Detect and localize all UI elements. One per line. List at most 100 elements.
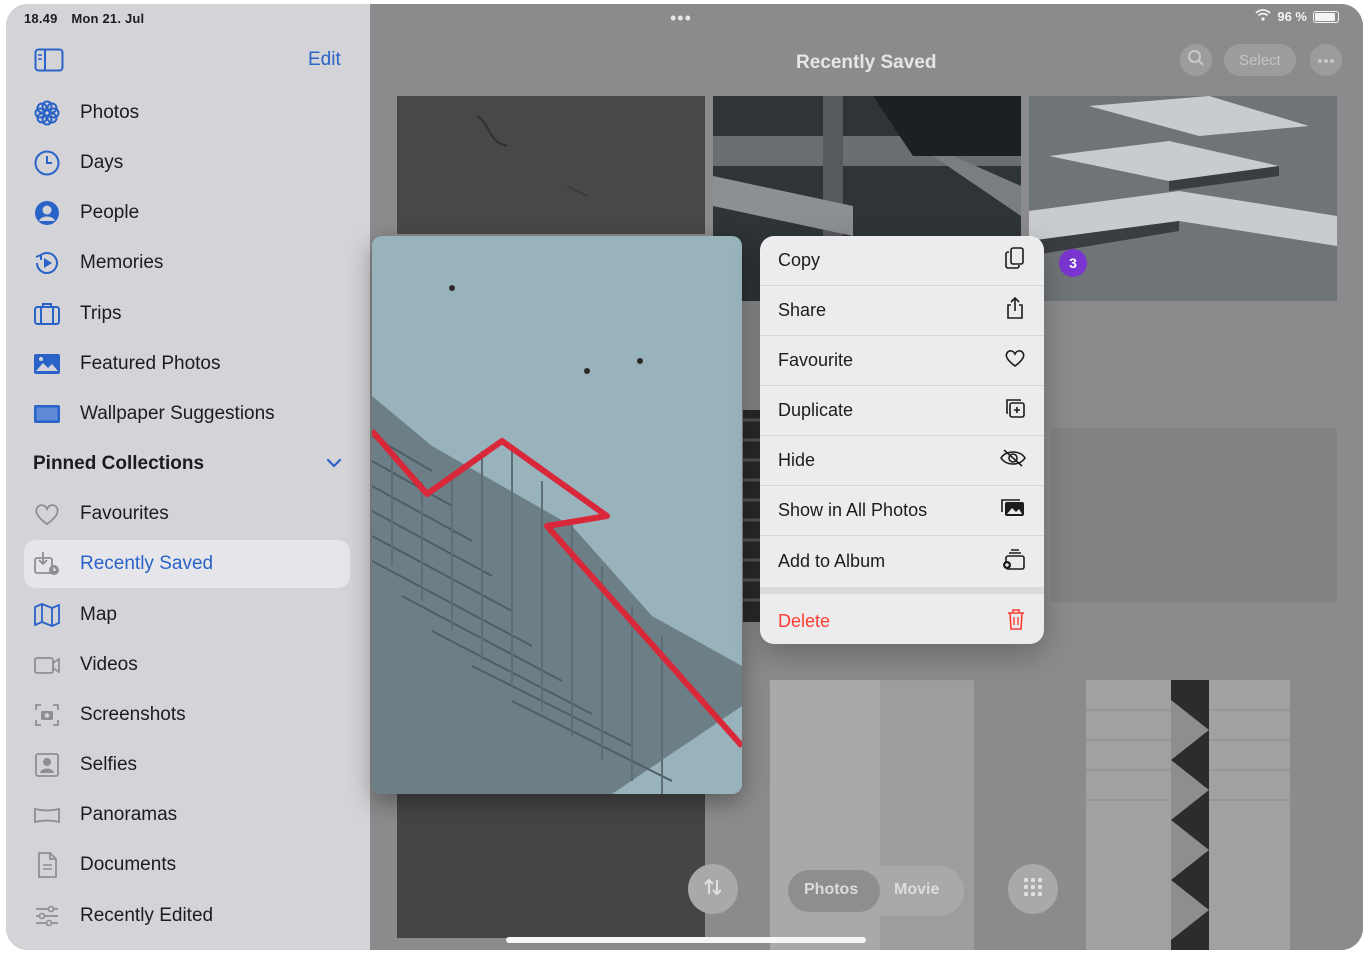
status-time-date: 18.49 Mon 21. Jul xyxy=(24,11,154,26)
sort-button[interactable] xyxy=(688,864,738,914)
featured-photo-icon xyxy=(32,349,62,379)
photo-preview-staircase[interactable] xyxy=(372,236,742,794)
search-icon xyxy=(1187,49,1205,72)
menu-item-label: Share xyxy=(778,300,827,320)
segment-movie[interactable]: Movie xyxy=(894,881,939,899)
menu-item-duplicate[interactable]: Duplicate xyxy=(760,386,1044,436)
sidebar-item-wallpaper-suggestions[interactable]: Wallpaper Suggestions xyxy=(24,390,350,438)
menu-item-label: Show in All Photos xyxy=(778,500,928,520)
selection-count-badge: 3 xyxy=(1059,249,1087,277)
clock-icon xyxy=(32,148,62,178)
sidebar-item-favourites[interactable]: Favourites xyxy=(24,490,350,538)
menu-item-show-in-all-photos[interactable]: Show in All Photos xyxy=(760,486,1044,536)
menu-item-delete[interactable]: Delete xyxy=(760,596,1044,644)
edit-button[interactable]: Edit xyxy=(308,49,341,71)
menu-item-label: Add to Album xyxy=(778,550,886,571)
menu-item-label: Hide xyxy=(778,450,816,470)
page-title: Recently Saved xyxy=(796,52,937,73)
photo-thumbnail-concrete[interactable] xyxy=(1051,428,1337,602)
duplicate-icon xyxy=(1004,397,1026,424)
sidebar-item-recently-edited[interactable]: Recently Edited xyxy=(24,892,350,940)
sidebar-item-label: Featured Photos xyxy=(80,353,221,374)
status-time: 18.49 xyxy=(24,11,58,26)
chevron-down-icon[interactable] xyxy=(326,456,342,474)
view-mode-segmented-control[interactable]: Photos Movie xyxy=(784,866,964,916)
photo-thumbnail-wall[interactable] xyxy=(397,96,705,234)
sidebar-item-photos[interactable]: Photos xyxy=(24,89,350,137)
suitcase-icon xyxy=(32,299,62,329)
grid-icon xyxy=(1023,877,1043,902)
sidebar: 18.49 Mon 21. Jul Edit Photos Days Peopl… xyxy=(6,4,370,950)
ellipsis-icon xyxy=(1317,51,1335,69)
sidebar-item-label: Photos xyxy=(80,102,140,123)
menu-item-label: Duplicate xyxy=(778,400,854,420)
photo-thumbnail-dark-wall[interactable] xyxy=(397,792,705,938)
sidebar-item-days[interactable]: Days xyxy=(24,139,350,187)
search-button[interactable] xyxy=(1180,44,1212,76)
home-indicator[interactable] xyxy=(506,937,866,943)
battery-percent: 96 % xyxy=(1277,9,1307,24)
screenshot-icon xyxy=(32,700,62,730)
sidebar-item-people[interactable]: People xyxy=(24,189,350,237)
select-button[interactable]: Select xyxy=(1224,44,1296,76)
sidebar-item-label: Map xyxy=(80,604,117,625)
segment-photos[interactable]: Photos xyxy=(804,881,858,899)
battery-icon xyxy=(1313,10,1339,23)
heart-icon xyxy=(32,499,62,529)
status-right: 96 % xyxy=(1255,9,1339,24)
sidebar-item-panoramas[interactable]: Panoramas xyxy=(24,791,350,839)
context-menu: Copy Share Favourite Duplicate Hide Show… xyxy=(760,236,1044,644)
sidebar-item-label: Wallpaper Suggestions xyxy=(80,403,275,424)
menu-item-copy[interactable]: Copy xyxy=(760,236,1044,286)
menu-separator xyxy=(760,587,1044,594)
menu-item-favourite[interactable]: Favourite xyxy=(760,336,1044,386)
sidebar-item-map[interactable]: Map xyxy=(24,591,350,639)
sidebar-item-label: Memories xyxy=(80,252,164,273)
sidebar-item-label: Selfies xyxy=(80,754,138,775)
wallpaper-icon xyxy=(32,399,62,429)
add-album-icon xyxy=(1002,548,1026,575)
ipad-screen: 18.49 Mon 21. Jul Edit Photos Days Peopl… xyxy=(6,4,1363,950)
map-icon xyxy=(32,600,62,630)
share-icon xyxy=(1004,296,1026,325)
sidebar-item-label: Videos xyxy=(80,654,138,675)
sidebar-item-trips[interactable]: Trips xyxy=(24,290,350,338)
photo-thumbnail-staircase-tower[interactable] xyxy=(1086,680,1290,950)
sliders-icon xyxy=(32,901,62,931)
multitasking-dots[interactable]: ••• xyxy=(670,8,692,29)
sidebar-item-documents[interactable]: Documents xyxy=(24,841,350,889)
sort-arrows-icon xyxy=(702,876,724,903)
menu-item-label: Favourite xyxy=(778,350,854,370)
menu-item-hide[interactable]: Hide xyxy=(760,436,1044,486)
more-button[interactable] xyxy=(1310,44,1342,76)
sidebar-item-label: Trips xyxy=(80,303,122,324)
person-circle-icon xyxy=(32,198,62,228)
wifi-icon xyxy=(1255,9,1271,24)
recently-saved-icon xyxy=(32,549,62,579)
panorama-icon xyxy=(32,800,62,830)
status-date: Mon 21. Jul xyxy=(71,11,145,26)
sidebar-item-label: Documents xyxy=(80,854,177,875)
memories-play-icon xyxy=(32,248,62,278)
grid-view-button[interactable] xyxy=(1008,864,1058,914)
pinned-collections-header[interactable]: Pinned Collections xyxy=(33,453,204,475)
photos-stack-icon xyxy=(1000,497,1026,524)
copy-icon xyxy=(1004,246,1026,275)
sidebar-toggle-icon[interactable] xyxy=(34,48,64,72)
sidebar-item-screenshots[interactable]: Screenshots xyxy=(24,691,350,739)
eye-slash-icon xyxy=(1000,448,1026,473)
trash-icon xyxy=(1006,608,1026,635)
sidebar-item-label: Favourites xyxy=(80,503,169,524)
selfie-icon xyxy=(32,750,62,780)
menu-item-label: Delete xyxy=(778,610,831,631)
menu-item-share[interactable]: Share xyxy=(760,286,1044,336)
sidebar-item-videos[interactable]: Videos xyxy=(24,641,350,689)
video-icon xyxy=(32,650,62,680)
sidebar-item-memories[interactable]: Memories xyxy=(24,239,350,287)
menu-item-add-to-album[interactable]: Add to Album xyxy=(760,536,1044,586)
menu-item-label: Copy xyxy=(778,250,821,270)
sidebar-item-featured-photos[interactable]: Featured Photos xyxy=(24,340,350,388)
sidebar-item-selfies[interactable]: Selfies xyxy=(24,741,350,789)
sidebar-item-label: Panoramas xyxy=(80,804,178,825)
sidebar-item-recently-saved[interactable]: Recently Saved xyxy=(24,540,350,588)
